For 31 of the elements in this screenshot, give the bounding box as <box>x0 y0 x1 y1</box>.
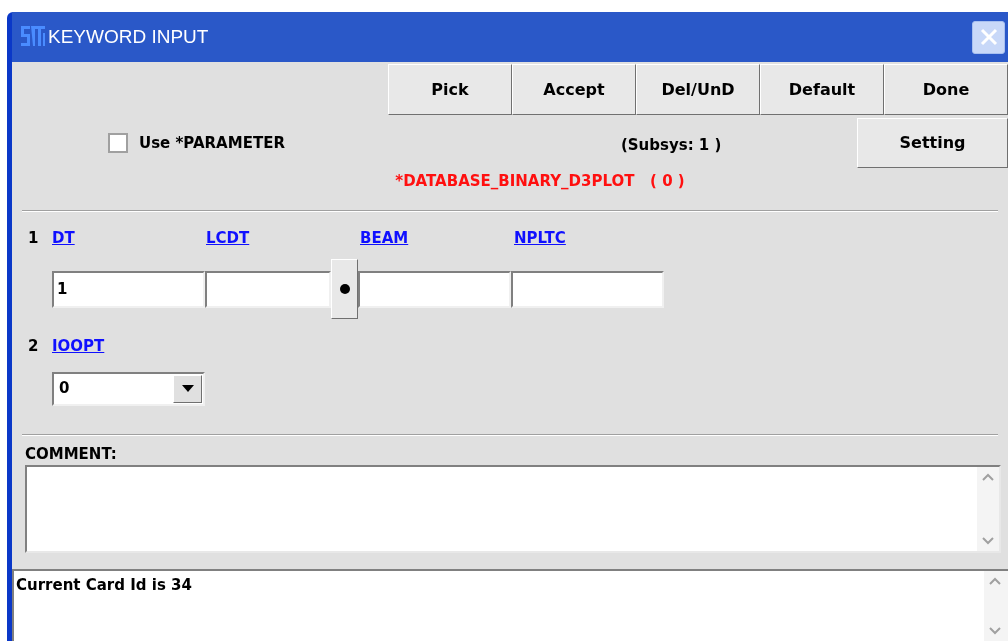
splitter-handle[interactable] <box>331 259 358 319</box>
close-button[interactable] <box>972 20 1005 54</box>
field-link[interactable]: NPLTC <box>514 226 668 249</box>
card-number: 2 <box>28 336 40 357</box>
input-field[interactable] <box>511 270 664 308</box>
status-text: Current Card Id is 34 <box>16 575 192 596</box>
checkbox[interactable] <box>108 133 128 154</box>
field-link[interactable]: BEAM <box>360 226 514 249</box>
subsys-label: (Subsys: 1 ) <box>620 135 722 156</box>
dropdown[interactable]: 0 <box>52 371 205 406</box>
input-field[interactable]: 1 <box>52 270 205 308</box>
field-link[interactable]: DT <box>52 226 206 249</box>
setting-button[interactable]: Setting <box>857 118 1008 168</box>
field-link[interactable]: IOOPT <box>52 335 206 358</box>
toolbar-button[interactable]: Pick <box>388 64 512 115</box>
toolbar-button[interactable]: Default <box>760 64 884 115</box>
toolbar-button[interactable]: Done <box>884 64 1008 115</box>
logo-icon <box>20 25 46 49</box>
dot-icon <box>339 284 350 294</box>
field-link[interactable]: LCDT <box>206 226 360 249</box>
toolbar-button[interactable]: Del/UnD <box>636 64 760 115</box>
input-field[interactable] <box>358 270 511 308</box>
checkbox-label: Use *PARAMETER <box>139 133 285 154</box>
comment-label: COMMENT: <box>25 446 117 462</box>
comment-field[interactable] <box>25 465 1001 553</box>
input-field[interactable] <box>205 270 331 308</box>
card-number: 1 <box>28 227 40 249</box>
toolbar-button[interactable]: Accept <box>512 64 636 115</box>
close-icon <box>979 28 998 46</box>
window-title: KEYWORD INPUT <box>48 24 209 49</box>
keyword-title: *DATABASE_BINARY_D3PLOT ( 0 ) <box>395 171 685 192</box>
